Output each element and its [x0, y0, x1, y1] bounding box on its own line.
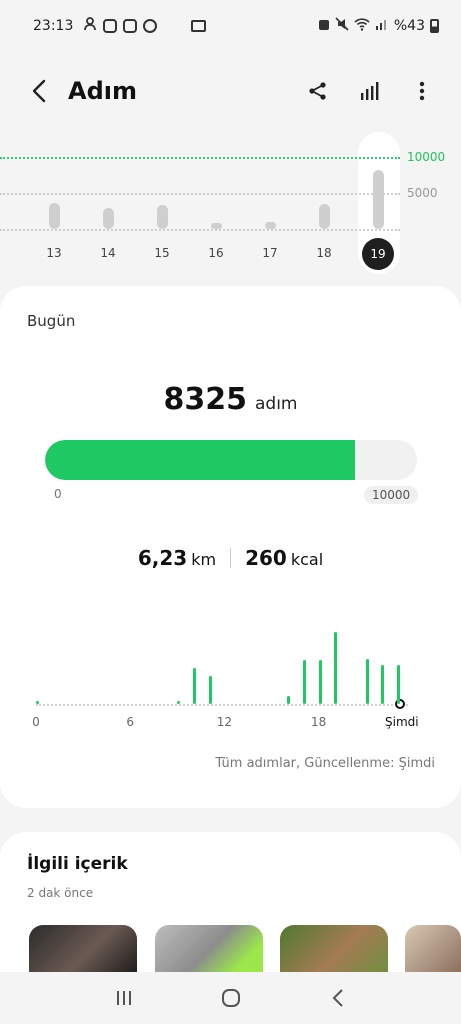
- week-bar-13[interactable]: [49, 203, 60, 229]
- app-bar: Adım: [0, 60, 461, 122]
- week-bar-16[interactable]: [211, 222, 222, 229]
- step-count: 8325 adım: [0, 382, 461, 417]
- hour-tick-12: 12: [216, 715, 233, 729]
- week-day-label-2[interactable]: 2: [0, 246, 9, 260]
- week-day-label-17[interactable]: 17: [255, 246, 285, 260]
- step-unit: adım: [255, 394, 298, 414]
- mid-line: [0, 193, 400, 195]
- week-bar-17[interactable]: [265, 222, 276, 229]
- page-title: Adım: [68, 77, 137, 105]
- hour-bar-0: [36, 701, 39, 704]
- hour-tick-0: 0: [32, 715, 40, 729]
- hour-bar-17: [302, 660, 306, 704]
- weekly-steps-chart[interactable]: 10000 5000 2 13 14 15 16 17 18 19: [0, 130, 461, 280]
- hour-bar-21: [365, 659, 369, 704]
- base-line: [0, 229, 400, 231]
- week-day-label-19[interactable]: 19: [362, 238, 394, 270]
- hour-bar-22: [381, 665, 385, 704]
- hour-bar-23: [397, 665, 401, 704]
- related-title: İlgili içerik: [27, 854, 128, 874]
- today-card: Bugün 8325 adım 0 10000 6,23 km 260 kcal Şi…: [0, 286, 461, 808]
- related-thumbnail-4[interactable]: [405, 925, 461, 975]
- progress-max: 10000: [364, 486, 419, 504]
- related-thumbnail-2[interactable]: [155, 925, 263, 975]
- hour-tick-6: 6: [126, 715, 135, 729]
- instagram-icon: [103, 19, 118, 33]
- metrics-row: 6,23 km 260 kcal: [0, 546, 461, 570]
- system-nav-bar: [0, 972, 461, 1024]
- related-thumbnail-3[interactable]: [280, 925, 388, 975]
- notification-icon: [83, 17, 97, 35]
- trends-button[interactable]: [353, 74, 387, 108]
- gallery-icon: [191, 20, 207, 32]
- share-icon: [309, 82, 326, 100]
- signal-icon: [375, 17, 389, 35]
- bar-chart-icon: [361, 82, 379, 100]
- share-button[interactable]: [301, 74, 335, 108]
- today-heading: Bugün: [27, 312, 76, 330]
- shazam-icon: [143, 19, 158, 33]
- hour-bar-11: [208, 675, 212, 704]
- back-nav-button[interactable]: [318, 978, 358, 1018]
- more-vertical-icon: [419, 81, 425, 101]
- hour-bar-10: [193, 668, 196, 704]
- goal-label: 10000: [407, 150, 446, 164]
- hour-bar-18: [318, 660, 322, 704]
- week-bar-14[interactable]: [103, 207, 114, 229]
- goal-line: [0, 157, 400, 159]
- last-updated: Tüm adımlar, Güncellenme: Şimdi: [215, 756, 435, 771]
- recents-icon: [116, 991, 131, 1005]
- distance-value: 6,23 km: [137, 546, 217, 570]
- battery-icon: [430, 19, 439, 33]
- alarm-icon: [318, 17, 330, 35]
- metric-divider: [230, 548, 232, 568]
- status-time: 23:13: [33, 18, 74, 34]
- battery-text: %43: [393, 18, 425, 34]
- home-button[interactable]: [211, 978, 251, 1018]
- back-icon: [332, 989, 343, 1007]
- goal-progress-fill: [45, 440, 355, 480]
- back-button[interactable]: [22, 74, 56, 108]
- week-bar-15[interactable]: [157, 204, 168, 229]
- mute-icon: [335, 17, 349, 35]
- week-day-label-15[interactable]: 15: [147, 246, 177, 260]
- instagram-icon: [123, 19, 138, 33]
- step-number: 8325: [163, 382, 248, 417]
- calories-value: 260 kcal: [245, 546, 324, 570]
- chevron-left-icon: [32, 79, 46, 103]
- week-day-label-13[interactable]: 13: [39, 246, 69, 260]
- home-icon: [221, 989, 240, 1007]
- mid-label: 5000: [407, 186, 438, 200]
- week-bar-18[interactable]: [319, 204, 330, 229]
- week-day-label-14[interactable]: 14: [93, 246, 123, 260]
- hour-tick-18: 18: [310, 715, 327, 729]
- hourly-baseline: [36, 704, 408, 706]
- status-bar: 23:13 %43: [0, 0, 461, 52]
- wifi-icon: [354, 17, 370, 35]
- related-thumbnail-1[interactable]: [29, 925, 137, 975]
- progress-min: 0: [54, 487, 62, 501]
- more-options-button[interactable]: [405, 74, 439, 108]
- week-day-label-16[interactable]: 16: [201, 246, 231, 260]
- week-bar-19[interactable]: [373, 170, 384, 229]
- week-day-label-18[interactable]: 18: [309, 246, 339, 260]
- hourly-steps-chart: Şimdi 0 6 12 18: [28, 616, 428, 736]
- hour-bar-16: [287, 696, 291, 704]
- hour-bar-19: [334, 632, 338, 704]
- now-label: Şimdi: [385, 715, 419, 729]
- recent-apps-button[interactable]: [104, 978, 144, 1018]
- goal-progress-bar: [45, 440, 417, 480]
- related-subtitle: 2 dak önce: [27, 886, 94, 900]
